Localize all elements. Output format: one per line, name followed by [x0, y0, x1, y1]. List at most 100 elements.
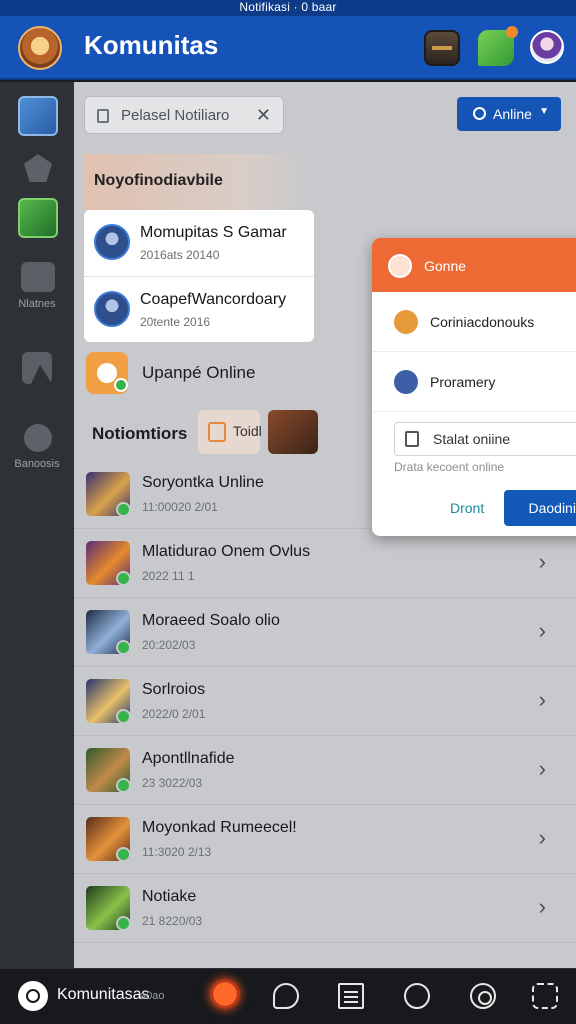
clear-search-icon[interactable]: ✕: [256, 105, 271, 126]
rail-label-banoosis[interactable]: Banoosis: [0, 458, 74, 470]
featured-item[interactable]: Momupitas S Gamar 2016ats 20140: [84, 210, 314, 276]
notification-timestamp: 2022 11 1: [142, 569, 195, 583]
notification-row[interactable]: Apontllnafide 23 3022/03 ›: [74, 736, 576, 805]
update-online-label: Upanpé Online: [142, 363, 256, 382]
popup-dialog: Gonne ✕ Coriniacdonouks › Proramery › St…: [372, 238, 576, 536]
user-avatar-icon: [388, 254, 412, 278]
rail-label-nlatnes[interactable]: Nlatnes: [0, 298, 74, 310]
filter-chip[interactable]: Toidl: [198, 410, 262, 454]
chevron-right-icon: ›: [538, 549, 546, 574]
notification-title: Sorlroios: [142, 681, 206, 698]
confirm-button[interactable]: Daodinitions: [504, 490, 576, 526]
popup-option-label: Coriniacdonouks: [430, 314, 535, 330]
online-check-icon: [116, 778, 131, 793]
notification-title: Mlatidurao Onem Ovlus: [142, 543, 311, 560]
gem-icon[interactable]: [24, 154, 52, 182]
notification-timestamp: 11:3020 2/13: [142, 845, 212, 859]
document-icon: [97, 109, 109, 123]
featured-list: Momupitas S Gamar 2016ats 20140 CoapefWa…: [84, 210, 314, 342]
chevron-right-icon: ›: [538, 825, 546, 850]
fox-avatar-icon: [394, 310, 418, 334]
online-status-button[interactable]: Anline ▼: [457, 97, 561, 131]
search-placeholder: Pelasel Notiliaro: [121, 107, 230, 124]
document-icon: [405, 431, 419, 447]
notification-row[interactable]: Moraeed Soalo olio 20:202/03 ›: [74, 598, 576, 667]
leaf-icon[interactable]: [478, 26, 518, 66]
popup-title: Gonne: [424, 258, 467, 274]
list-icon: [208, 422, 226, 442]
chart-icon[interactable]: [22, 352, 52, 384]
online-check-icon: [116, 709, 131, 724]
featured-item[interactable]: CoapefWancordoary 20tente 2016: [84, 276, 314, 342]
chevron-right-icon: ›: [538, 687, 546, 712]
online-check-icon: [116, 502, 131, 517]
popup-header: Gonne ✕: [372, 238, 576, 292]
online-status-label: Anline: [493, 106, 532, 122]
hero-thumbnail-chip[interactable]: [268, 410, 318, 454]
notification-title: Soryontka Unline: [142, 474, 264, 491]
search-field[interactable]: Pelasel Notiliaro ✕: [84, 96, 284, 134]
chat-icon[interactable]: [273, 983, 299, 1009]
dragon-avatar-icon[interactable]: [18, 198, 58, 238]
popup-option-label: Proramery: [430, 374, 496, 390]
main-content: Pelasel Notiliaro ✕ Anline ▼ Noyofinodia…: [74, 82, 576, 968]
notification-timestamp: 2022/0 2/01: [142, 707, 206, 721]
moon-avatar-icon: [94, 291, 130, 327]
notification-title: Apontllnafide: [142, 750, 235, 767]
online-check-icon: [116, 640, 131, 655]
status-bar-text: Notifikasi · 0 baar: [239, 0, 337, 14]
app-title: Komunitas: [84, 30, 219, 60]
status-input-value: Stalat oniine: [433, 431, 511, 447]
notification-title: Notiake: [142, 888, 197, 905]
app-logo-icon[interactable]: [18, 26, 62, 70]
chevron-right-icon: ›: [538, 894, 546, 919]
cancel-button[interactable]: Dront: [450, 500, 484, 516]
notification-row[interactable]: Moyonkad Rumeecel! 11:3020 2/13 ›: [74, 805, 576, 874]
treasure-chest-icon[interactable]: [424, 30, 460, 66]
check-circle-icon[interactable]: [404, 983, 430, 1009]
status-input[interactable]: Stalat oniine ✕: [394, 422, 576, 456]
notification-title: Moraeed Soalo olio: [142, 612, 280, 629]
notifications-title: Notiomtiors: [92, 424, 188, 443]
news-icon[interactable]: [338, 983, 364, 1009]
featured-item-title: Momupitas S Gamar: [140, 224, 287, 241]
status-hint: Drata kecoent online: [394, 460, 505, 474]
chevron-right-icon: ›: [538, 618, 546, 643]
notification-title: Moyonkad Rumeecel!: [142, 819, 297, 836]
featured-title: Noyofinodiavbile: [94, 172, 223, 189]
notification-row[interactable]: Sorlroios 2022/0 2/01 ›: [74, 667, 576, 736]
featured-item-subtitle: 20tente 2016: [140, 315, 211, 329]
notification-timestamp: 20:202/03: [142, 638, 196, 652]
profile-avatar-icon[interactable]: [530, 30, 564, 64]
bottom-title[interactable]: Komunitasas: [57, 986, 150, 1004]
notification-timestamp: 11:00020 2/01: [142, 500, 218, 514]
update-online-row[interactable]: Upanpé Online: [84, 350, 384, 398]
community-logo-icon[interactable]: [18, 981, 48, 1011]
online-status-icon: [473, 107, 486, 120]
filter-chip-label: Toidl: [233, 423, 262, 439]
gear-icon[interactable]: [24, 424, 52, 452]
bottom-navigation: Komunitasas a0ao: [0, 968, 576, 1024]
scan-icon[interactable]: [532, 983, 558, 1009]
side-navigation-rail: Nlatnes Banoosis: [0, 82, 74, 968]
controller-icon[interactable]: [21, 262, 55, 292]
status-bar: Notifikasi · 0 baar: [0, 0, 576, 16]
notification-row[interactable]: Notiake 21 8220/03 ›: [74, 874, 576, 943]
online-check-icon: [114, 378, 128, 392]
caret-down-icon: ▼: [539, 106, 549, 117]
featured-item-subtitle: 2016ats 20140: [140, 248, 220, 262]
chevron-right-icon: ›: [538, 756, 546, 781]
featured-item-title: CoapefWancordoary: [140, 291, 287, 308]
knight-avatar-icon: [94, 224, 130, 260]
app-header: Komunitas: [0, 16, 576, 80]
notification-timestamp: 23 3022/03: [142, 776, 203, 790]
online-check-icon: [116, 847, 131, 862]
warrior-avatar-icon[interactable]: [18, 96, 58, 136]
notification-row[interactable]: Mlatidurao Onem Ovlus 2022 11 1 ›: [74, 529, 576, 598]
online-check-icon: [116, 571, 131, 586]
notification-timestamp: 21 8220/03: [142, 914, 203, 928]
swirl-icon[interactable]: [470, 983, 496, 1009]
popup-option-row[interactable]: Coriniacdonouks ›: [372, 292, 576, 352]
fire-icon[interactable]: [210, 979, 240, 1009]
popup-option-row[interactable]: Proramery ›: [372, 352, 576, 412]
